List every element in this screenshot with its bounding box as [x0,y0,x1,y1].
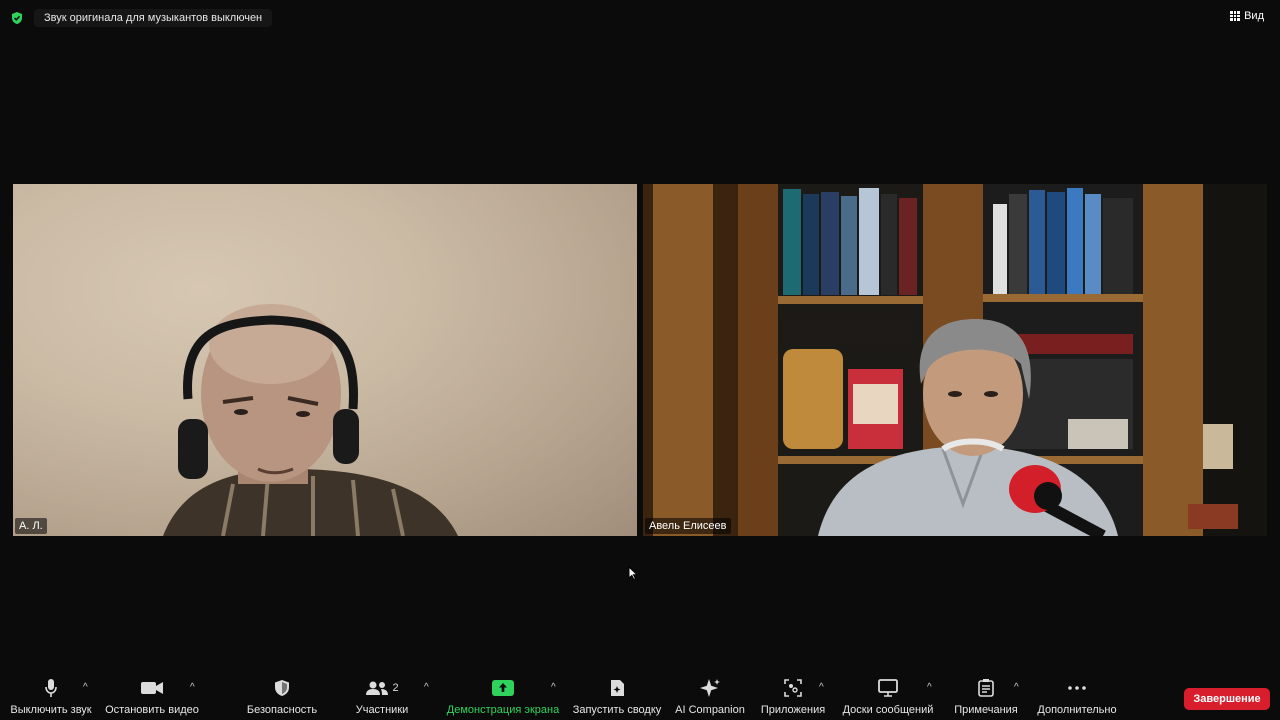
stop-video-label: Остановить видео [105,704,199,716]
sparkle-icon [699,677,721,699]
meeting-toolbar: Выключить звук ^ Остановить видео ^ Безо… [0,672,1280,720]
start-summary-button[interactable]: Запустить сводку [570,672,664,720]
more-label: Дополнительно [1037,704,1117,716]
audio-options-caret-icon[interactable]: ^ [83,682,88,693]
more-dots-icon [1068,677,1086,699]
shield-check-icon[interactable] [10,11,24,25]
apps-options-caret-icon[interactable]: ^ [819,682,824,693]
whiteboards-options-caret-icon[interactable]: ^ [927,682,932,693]
apps-button[interactable]: Приложения [756,672,830,720]
grid-icon [1230,11,1241,21]
whiteboards-button[interactable]: Доски сообщений [838,672,938,720]
participant-video-feed [163,304,458,536]
mute-button[interactable]: Выключить звук [8,672,94,720]
whiteboard-icon [878,677,898,699]
notes-button[interactable]: Примечания [950,672,1022,720]
participants-button[interactable]: 2 Участники [350,672,414,720]
participant-name-tag: А. Л. [15,518,47,534]
view-button[interactable]: Вид [1230,10,1264,22]
security-label: Безопасность [246,704,318,716]
stop-video-button[interactable]: Остановить видео [104,672,200,720]
notes-icon [978,677,994,699]
more-button[interactable]: Дополнительно [1034,672,1120,720]
summary-document-icon [609,677,625,699]
meeting-status-bar: Звук оригинала для музыкантов выключен [10,8,273,28]
video-camera-icon [140,677,164,699]
apps-label: Приложения [760,704,826,716]
mute-label: Выключить звук [10,704,92,716]
share-screen-button[interactable]: Демонстрация экрана [444,672,562,720]
start-summary-label: Запустить сводку [572,704,662,716]
video-tile-participant-2[interactable]: Авель Елисеев [643,184,1267,536]
mouse-cursor-icon [628,566,638,580]
participants-icon: 2 [365,677,399,699]
apps-icon [784,677,802,699]
participant-name-tag: Авель Елисеев [645,518,731,534]
participants-options-caret-icon[interactable]: ^ [424,682,429,693]
original-sound-notice: Звук оригинала для музыкантов выключен [34,9,273,27]
ai-companion-button[interactable]: AI Companion [672,672,748,720]
whiteboards-label: Доски сообщений [842,704,934,716]
security-button[interactable]: Безопасность [244,672,320,720]
notes-options-caret-icon[interactable]: ^ [1014,682,1019,693]
notes-label: Примечания [954,704,1018,716]
security-shield-icon [274,677,290,699]
participants-count: 2 [392,682,399,694]
video-options-caret-icon[interactable]: ^ [190,682,195,693]
view-label: Вид [1244,10,1264,22]
microphone-icon [44,677,58,699]
share-screen-icon [492,677,514,699]
video-tile-participant-1[interactable]: А. Л. [13,184,637,536]
share-options-caret-icon[interactable]: ^ [551,682,556,693]
end-meeting-button[interactable]: Завершение [1184,688,1270,710]
participant-video-feed [643,184,1267,536]
ai-companion-label: AI Companion [675,704,745,716]
participants-label: Участники [355,704,409,716]
share-screen-label: Демонстрация экрана [446,704,560,716]
